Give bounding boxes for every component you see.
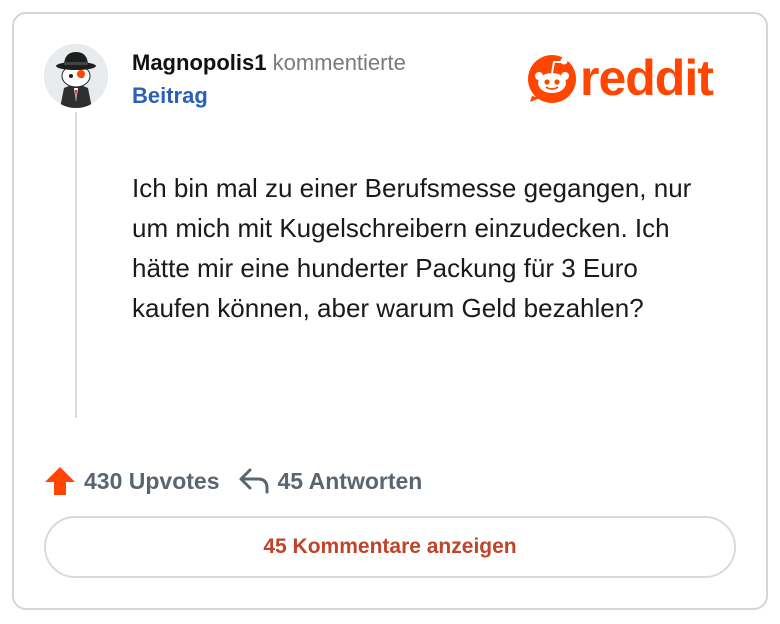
reply-arrow-icon[interactable] [238, 467, 270, 495]
view-comments-button[interactable]: 45 Kommentare anzeigen [44, 516, 736, 578]
author-username[interactable]: Magnopolis1 [132, 50, 266, 75]
reddit-logo: reddit [526, 50, 714, 106]
reddit-wordmark: reddit [580, 50, 714, 106]
action-bar: 430 Upvotes 45 Antworten [44, 466, 422, 496]
comment-body: Ich bin mal zu einer Berufsmesse gegange… [132, 173, 692, 323]
reply-group[interactable]: 45 Antworten [238, 467, 423, 495]
author-row: Magnopolis1 kommentierte [132, 48, 406, 78]
upvote-count: 430 Upvotes [84, 467, 220, 494]
reddit-snoo-icon [528, 55, 576, 103]
action-text: kommentierte [272, 50, 406, 75]
upvote-arrow-icon[interactable] [44, 466, 76, 496]
avatar[interactable] [44, 44, 108, 108]
reply-count: 45 Antworten [277, 467, 423, 494]
snoo-hat-avatar-icon [44, 44, 108, 108]
post-link[interactable]: Beitrag [132, 82, 208, 110]
thread-line [75, 112, 77, 418]
upvote-group[interactable]: 430 Upvotes [44, 466, 220, 496]
